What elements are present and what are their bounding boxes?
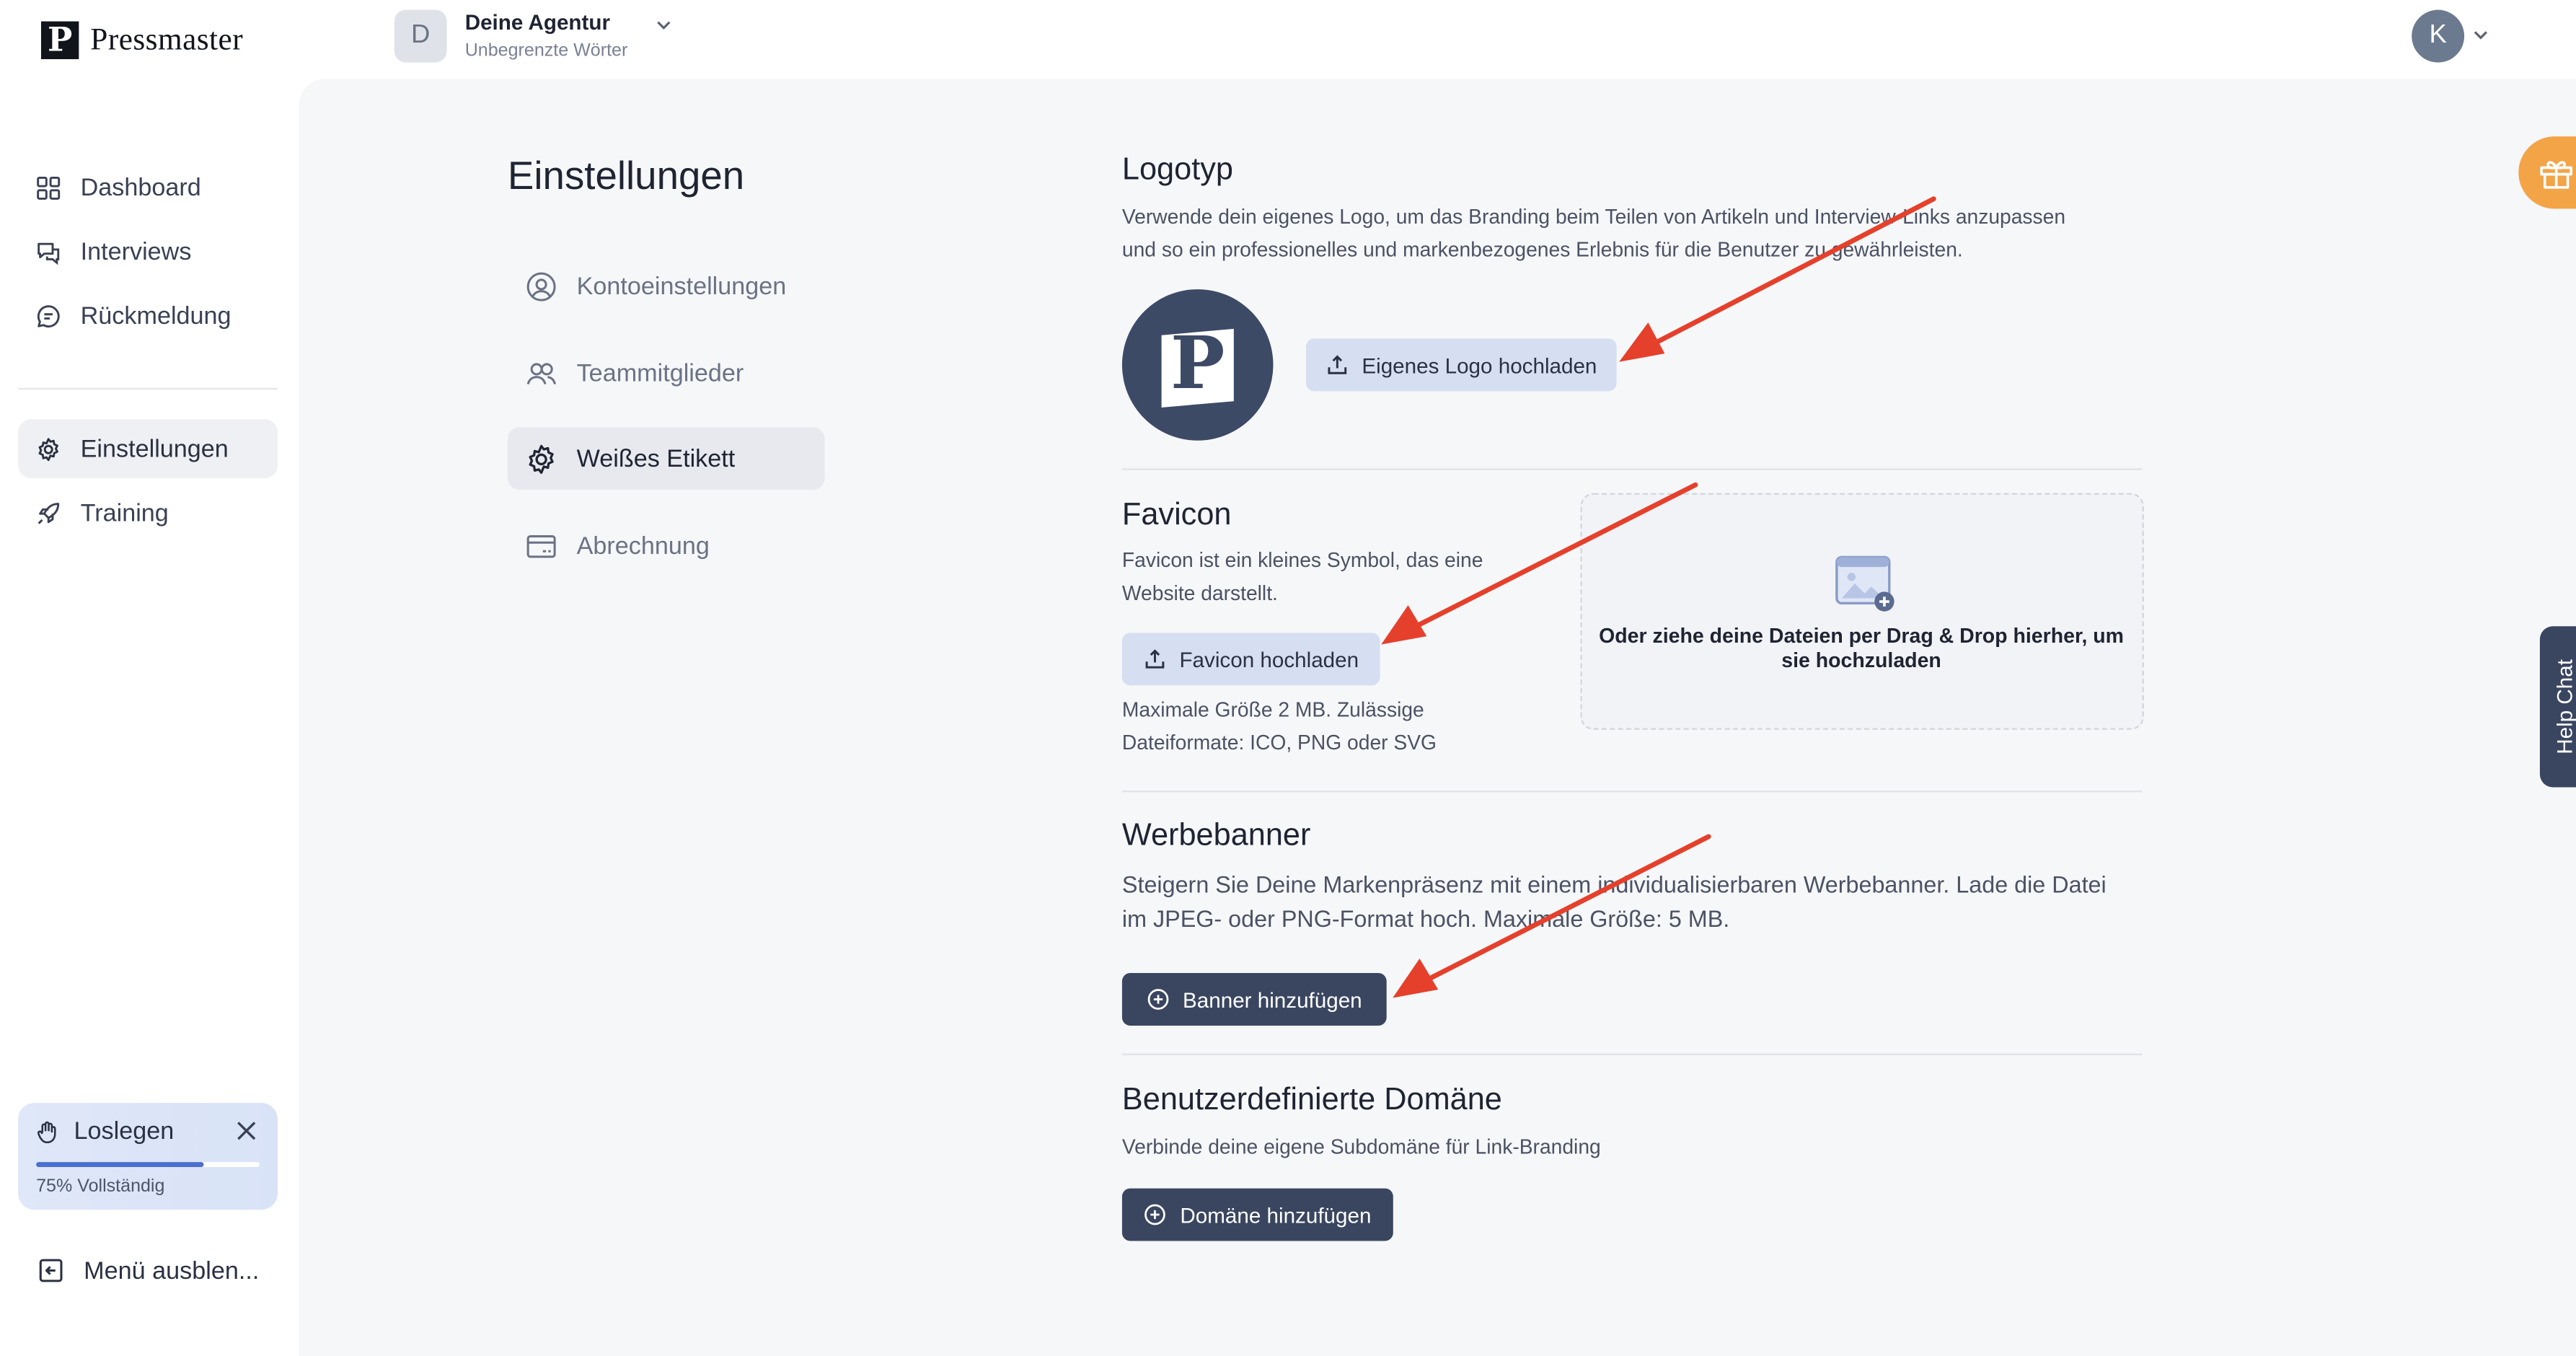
collapse-menu-label: Menü ausblen... [84, 1256, 260, 1285]
domain-description: Verbinde deine eigene Subdomäne für Link… [1121, 1135, 1601, 1159]
onboarding-progress-fill [36, 1162, 204, 1167]
page-title: Einstellungen [507, 154, 745, 199]
logotyp-description: Verwende dein eigenes Logo, um das Brand… [1121, 205, 2066, 261]
collapse-sidebar-icon [39, 1259, 63, 1282]
settings-menu-teammitglieder[interactable]: Teammitglieder [508, 342, 825, 405]
gift-icon [2540, 161, 2572, 189]
brand-mark: P [40, 20, 79, 60]
sidebar-item-einstellungen[interactable]: Einstellungen [18, 419, 278, 479]
agency-plan: Unbegrenzte Wörter [464, 40, 628, 61]
settings-menu-label: Teammitglieder [576, 358, 744, 387]
brand-name: Pressmaster [90, 22, 244, 57]
rocket-icon [38, 501, 60, 524]
sidebar-item-label: Rückmeldung [80, 301, 231, 330]
upload-icon [1328, 355, 1347, 374]
plus-circle-icon [1147, 989, 1169, 1010]
logo-preview-letter: P [1170, 322, 1225, 406]
upload-favicon-button[interactable]: Favicon hochladen [1121, 633, 1380, 686]
wave-hand-icon [37, 1120, 56, 1143]
favicon-dropzone[interactable]: Oder ziehe deine Dateien per Drag & Drop… [1580, 493, 2144, 730]
settings-menu-label: Abrechnung [576, 532, 710, 560]
collapse-menu-button[interactable]: Menü ausblen... [36, 1256, 259, 1285]
domain-title: Benutzerdefinierte Domäne [1121, 1083, 1502, 1118]
section-divider [1121, 1053, 2143, 1055]
plus-circle-icon [1144, 1204, 1166, 1225]
settings-menu-kontoeinstellungen[interactable]: Kontoeinstellungen [508, 255, 825, 317]
onboarding-title: Loslegen [35, 1118, 261, 1145]
sidebar-item-label: Training [80, 498, 169, 527]
help-chat-button[interactable]: Help Chat [2539, 626, 2576, 788]
close-icon[interactable] [235, 1119, 258, 1143]
add-banner-button[interactable]: Banner hinzufügen [1121, 973, 1387, 1026]
banner-title: Werbebanner [1121, 818, 1311, 853]
sidebar-item-interviews[interactable]: Interviews [18, 222, 278, 281]
user-avatar[interactable]: K [2412, 9, 2465, 63]
upload-logo-button[interactable]: Eigenes Logo hochladen [1306, 338, 1617, 392]
chat-icon [38, 242, 60, 265]
upload-icon [1145, 649, 1165, 669]
settings-menu-abrechnung[interactable]: Abrechnung [508, 514, 825, 577]
favicon-hint: Maximale Größe 2 MB. Zulässige Dateiform… [1121, 698, 1437, 754]
agency-name[interactable]: Deine Agentur [465, 10, 610, 35]
logo-preview: P [1121, 289, 1274, 441]
team-icon [526, 362, 557, 384]
favicon-description: Favicon ist ein kleines Symbol, das eine… [1121, 549, 1483, 604]
user-circle-icon [526, 271, 556, 301]
section-divider [1121, 468, 2143, 470]
message-icon [37, 304, 60, 327]
dashboard-icon [37, 175, 61, 199]
agency-avatar[interactable]: D [394, 9, 447, 63]
gear-icon [529, 444, 554, 473]
onboarding-progress-text: 75% Vollständig [36, 1176, 165, 1197]
card-icon [526, 534, 556, 558]
help-chat-label: Help Chat [2551, 659, 2576, 754]
image-upload-icon [1835, 555, 1894, 612]
gear-icon [38, 437, 58, 461]
logotyp-title: Logotyp [1121, 152, 1233, 188]
section-divider [1121, 791, 2143, 793]
sidebar-divider [18, 387, 278, 390]
onboarding-card[interactable]: Loslegen 75% Vollständig [18, 1103, 278, 1210]
brand-logo[interactable]: P Pressmaster [40, 20, 244, 60]
sidebar-item-dashboard[interactable]: Dashboard [18, 158, 278, 217]
banner-description: Steigern Sie Deine Markenpräsenz mit ein… [1121, 873, 2107, 934]
add-domain-button[interactable]: Domäne hinzufügen [1121, 1188, 1393, 1241]
sidebar-item-label: Interviews [80, 237, 192, 266]
chevron-down-icon[interactable] [654, 15, 674, 35]
dropzone-text: Oder ziehe deine Dateien per Drag & Drop… [1599, 624, 2124, 673]
sidebar-item-label: Einstellungen [80, 434, 229, 463]
settings-menu-label: Kontoeinstellungen [576, 272, 787, 300]
settings-menu-label: Weißes Etikett [576, 444, 736, 473]
sidebar-item-training[interactable]: Training [18, 483, 278, 542]
sidebar-item-rueckmeldung[interactable]: Rückmeldung [18, 286, 278, 345]
chevron-down-icon[interactable] [2471, 25, 2490, 44]
sidebar-item-label: Dashboard [80, 173, 201, 202]
onboarding-progress-bar [36, 1162, 260, 1167]
settings-menu-weisses-etikett[interactable]: Weißes Etikett [507, 427, 825, 490]
favicon-title: Favicon [1121, 498, 1232, 533]
